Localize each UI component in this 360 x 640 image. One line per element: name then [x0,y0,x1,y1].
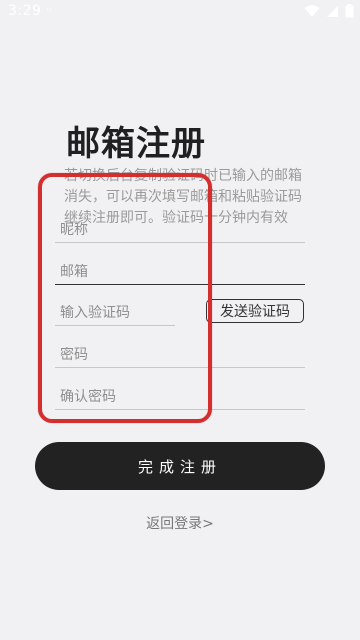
nickname-input[interactable] [60,222,300,238]
signal-icon [326,5,339,18]
page-title: 邮箱注册 [66,124,206,164]
confirm-password-input[interactable] [60,389,300,405]
submit-button[interactable]: 完成注册 [35,442,325,490]
password-input[interactable] [60,347,300,363]
email-field [55,254,305,285]
password-field [55,337,305,368]
send-code-button[interactable]: 发送验证码 [206,299,304,323]
verification-code-input[interactable] [60,305,170,321]
email-input[interactable] [60,264,300,280]
status-icons [304,4,354,18]
wifi-icon [304,4,320,18]
status-time: 3:29 [8,3,42,19]
back-to-login-link[interactable]: 返回登录> [0,513,360,533]
notification-icon: ·· [46,5,53,16]
confirm-password-field [55,379,305,410]
nickname-field [55,212,305,243]
battery-icon [345,4,354,18]
verification-code-field [55,295,175,326]
status-bar: 3:29 ·· [0,0,360,24]
